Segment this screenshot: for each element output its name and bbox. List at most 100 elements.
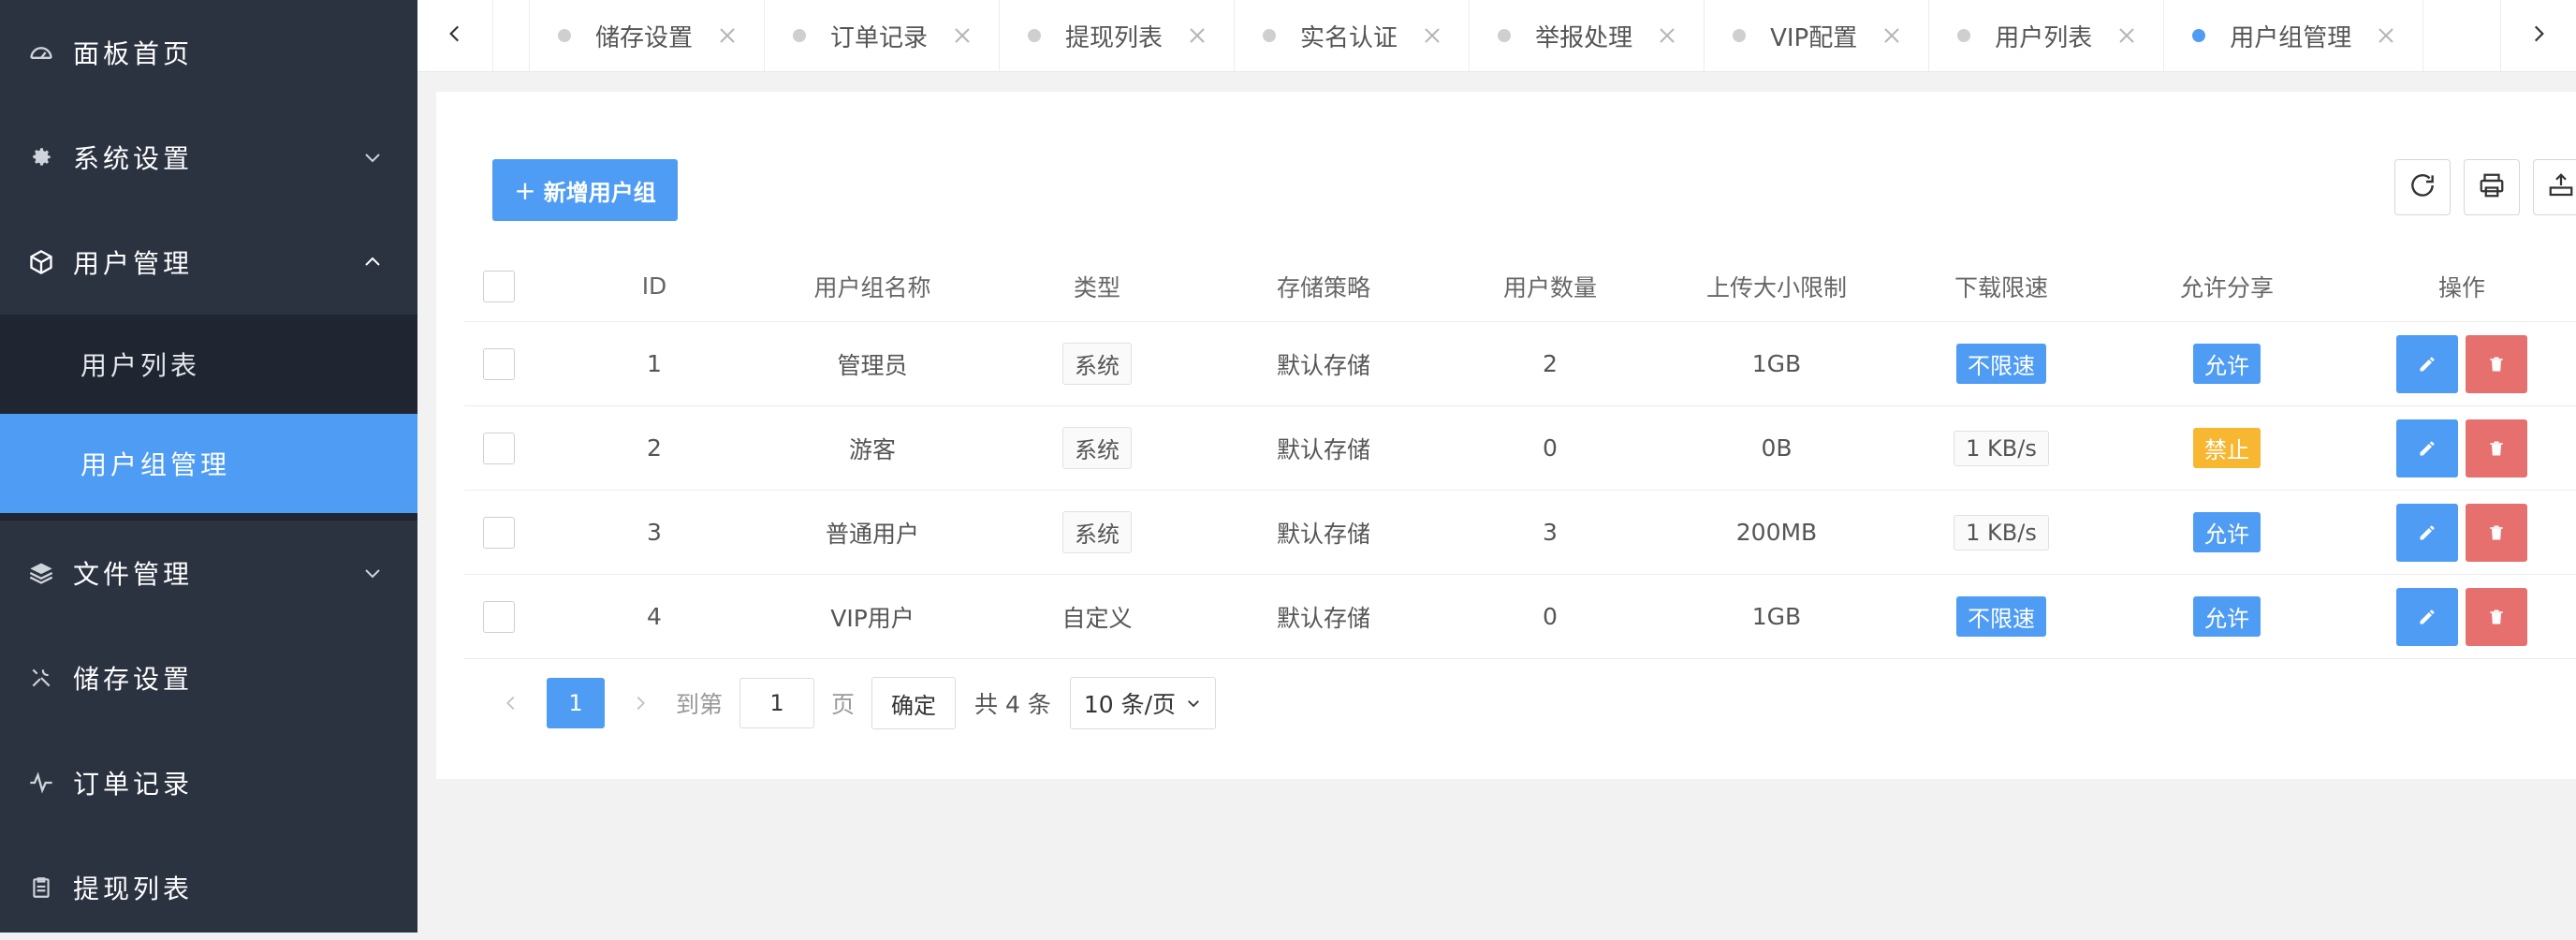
add-user-group-button[interactable]: + 新增用户组 (492, 159, 678, 221)
delete-button[interactable] (2466, 503, 2527, 562)
goto-label: 到第 (676, 691, 724, 718)
tab-bar: 储存设置 订单记录 提现列表 实名认证 举报处理 VIP配置 用户列表 用户组管… (417, 0, 2576, 72)
next-page-button[interactable] (622, 678, 659, 728)
export-button[interactable] (2533, 159, 2576, 215)
sidebar-item-file-management[interactable]: 文件管理 (0, 521, 417, 625)
tab-scroll-left-button[interactable] (417, 0, 493, 71)
type-tag: 系统 (1062, 427, 1132, 469)
cell-upload-limit: 0B (1761, 434, 1793, 462)
cell-download-speed: 1 KB/s (1896, 430, 2106, 466)
type-tag: 系统 (1062, 343, 1132, 385)
chevron-down-icon (1185, 695, 1202, 712)
sidebar-subitem-user-group-management[interactable]: 用户组管理 (0, 414, 417, 513)
sidebar-item-storage-settings[interactable]: 储存设置 (0, 625, 417, 730)
page-size-select[interactable]: 10 条/页 (1069, 677, 1217, 729)
close-icon[interactable] (1187, 25, 1208, 46)
row-select-cell (464, 347, 554, 380)
tab-report-handling[interactable]: 举报处理 (1470, 0, 1705, 71)
chevron-right-icon (637, 696, 645, 711)
delete-button[interactable] (2466, 334, 2527, 393)
edit-button[interactable] (2396, 587, 2458, 646)
header-user-count: 用户数量 (1502, 273, 1597, 301)
delete-button[interactable] (2466, 587, 2527, 646)
close-icon[interactable] (1657, 25, 1677, 46)
sidebar-item-label: 用户管理 (73, 248, 194, 279)
tab-dot (1028, 29, 1042, 42)
trash-icon (2490, 441, 2503, 455)
tab-order-records[interactable]: 订单记录 (765, 0, 1001, 71)
cell-user-count: 0 (1543, 603, 1558, 630)
submenu-user-management: 用户列表 用户组管理 (0, 315, 417, 521)
share-status-tag: 禁止 (2193, 428, 2261, 468)
edit-button[interactable] (2396, 419, 2458, 477)
share-status-tag: 允许 (2193, 512, 2261, 552)
close-icon[interactable] (1422, 25, 1442, 46)
tab-dot (558, 29, 571, 42)
plus-icon: + (514, 174, 536, 206)
page-number-current[interactable]: 1 (547, 678, 605, 728)
sidebar-item-order-records[interactable]: 订单记录 (0, 730, 417, 835)
print-icon (2478, 171, 2506, 203)
dashboard-icon (26, 37, 56, 67)
page-label: 页 (831, 691, 856, 718)
cell-download-speed: 1 KB/s (1896, 514, 2106, 551)
header-download-speed: 下载限速 (1954, 273, 2048, 301)
download-speed-tag: 1 KB/s (1954, 430, 2049, 466)
header-group-name: 用户组名称 (813, 273, 931, 301)
tab-dot (1263, 29, 1277, 42)
cell-upload-limit: 1GB (1751, 603, 1802, 630)
delete-button[interactable] (2466, 419, 2527, 477)
prev-page-button[interactable] (492, 678, 530, 728)
sidebar-item-withdrawal-list[interactable]: 提现列表 (0, 835, 417, 940)
tab-storage-settings[interactable]: 储存设置 (530, 0, 766, 71)
header-id: ID (641, 272, 667, 300)
sidebar-item-dashboard[interactable]: 面板首页 (0, 0, 417, 105)
main-card: + 新增用户组 ID 用户组名称 类型 存储策略 用户数量 上传大小限制 下载限… (436, 92, 2576, 779)
tab-user-group-management[interactable]: 用户组管理 (2164, 0, 2424, 71)
cell-id: 1 (647, 350, 662, 377)
cell-allow-share: 允许 (2106, 596, 2348, 637)
close-icon[interactable] (717, 25, 738, 46)
row-select-cell (464, 600, 554, 633)
edit-button[interactable] (2396, 503, 2458, 562)
tab-withdrawal-list[interactable]: 提现列表 (1000, 0, 1236, 71)
print-button[interactable] (2464, 159, 2520, 215)
close-icon[interactable] (1881, 25, 1902, 46)
row-checkbox[interactable] (483, 516, 515, 549)
sidebar-subitem-user-list[interactable]: 用户列表 (0, 315, 417, 414)
edit-button[interactable] (2396, 334, 2458, 393)
sidebar-item-user-management[interactable]: 用户管理 (0, 210, 417, 315)
trash-icon (2490, 610, 2503, 624)
pulse-icon (26, 768, 56, 798)
header-upload-limit: 上传大小限制 (1705, 273, 1847, 301)
close-icon[interactable] (2376, 25, 2396, 46)
goto-page-input[interactable] (739, 678, 815, 728)
row-checkbox[interactable] (483, 600, 515, 633)
refresh-button[interactable] (2394, 159, 2451, 215)
header-type: 类型 (1073, 273, 1120, 301)
cell-id: 2 (647, 434, 662, 462)
row-checkbox[interactable] (483, 347, 515, 380)
cell-actions (2348, 587, 2576, 646)
header-allow-share: 允许分享 (2179, 273, 2274, 301)
export-icon (2547, 171, 2575, 203)
goto-confirm-button[interactable]: 确定 (871, 677, 957, 729)
cell-user-count: 3 (1543, 519, 1558, 546)
tools-icon (26, 663, 56, 693)
tab-user-list[interactable]: 用户列表 (1929, 0, 2165, 71)
close-icon[interactable] (952, 25, 973, 46)
tab-real-name-verification[interactable]: 实名认证 (1235, 0, 1471, 71)
cube-icon (26, 247, 56, 277)
cell-user-count: 2 (1543, 350, 1558, 377)
tab-vip-config[interactable]: VIP配置 (1705, 0, 1930, 71)
tab-scroll-right-button[interactable] (2500, 0, 2576, 71)
chevron-down-icon (359, 144, 386, 170)
cell-type: 自定义 (1061, 604, 1133, 632)
tab-label: VIP配置 (1770, 23, 1858, 52)
select-all-checkbox[interactable] (483, 270, 515, 302)
download-speed-tag: 不限速 (1956, 596, 2046, 637)
close-icon[interactable] (2116, 25, 2137, 46)
sidebar-item-system-settings[interactable]: 系统设置 (0, 105, 417, 210)
row-checkbox[interactable] (483, 432, 515, 464)
share-status-tag: 允许 (2193, 596, 2261, 637)
